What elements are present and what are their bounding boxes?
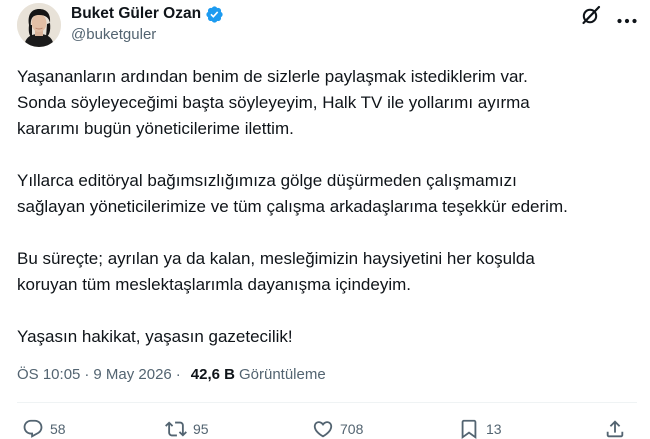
tweet-paragraph: Yaşasın hakikat, yaşasın gazetecilik! [17, 327, 293, 346]
action-bar: 58 95 708 13 [0, 418, 650, 439]
more-icon[interactable] [616, 12, 638, 24]
meta-separator: · [84, 366, 90, 383]
tweet-paragraph: Bu süreçte; ayrılan ya da kalan, mesleği… [17, 249, 535, 294]
tweet-meta: ÖS 10:05 · 9 May 2026 · 42,6 B Görüntüle… [17, 366, 326, 383]
meta-separator: · [175, 366, 181, 383]
avatar[interactable] [17, 3, 61, 47]
tweet-date[interactable]: 9 May 2026 [93, 366, 171, 383]
bookmark-count: 13 [486, 421, 502, 437]
tweet-time[interactable]: ÖS 10:05 [17, 366, 80, 383]
author-name-row: Buket Güler Ozan [71, 3, 224, 25]
share-button[interactable] [604, 418, 626, 439]
tweet: Buket Güler Ozan @buketguler Yaşananları… [0, 0, 650, 439]
author-handle[interactable]: @buketguler [71, 26, 156, 43]
tweet-paragraph: Yıllarca editöryal bağımsızlığımıza gölg… [17, 171, 568, 216]
retweet-icon [165, 418, 187, 439]
divider [17, 402, 637, 403]
like-count: 708 [340, 421, 364, 437]
grok-icon[interactable] [580, 4, 602, 26]
avatar-image [17, 3, 61, 47]
retweet-button[interactable]: 95 [165, 418, 209, 439]
reply-count: 58 [50, 421, 66, 437]
like-button[interactable]: 708 [312, 418, 363, 439]
views-label: Görüntüleme [238, 366, 326, 383]
author-display-name[interactable]: Buket Güler Ozan [71, 5, 201, 23]
views-count: 42,6 B [190, 366, 235, 383]
verified-badge-icon[interactable] [205, 5, 224, 24]
tweet-text: Yaşananların ardından benim de sizlerle … [17, 64, 637, 376]
tweet-paragraph: Yaşananların ardından benim de sizlerle … [17, 67, 530, 138]
reply-icon [22, 418, 44, 439]
reply-button[interactable]: 58 [22, 418, 66, 439]
bookmark-icon [458, 418, 480, 439]
bookmark-button[interactable]: 13 [458, 418, 502, 439]
share-icon [604, 418, 626, 439]
like-icon [312, 418, 334, 439]
retweet-count: 95 [193, 421, 209, 437]
